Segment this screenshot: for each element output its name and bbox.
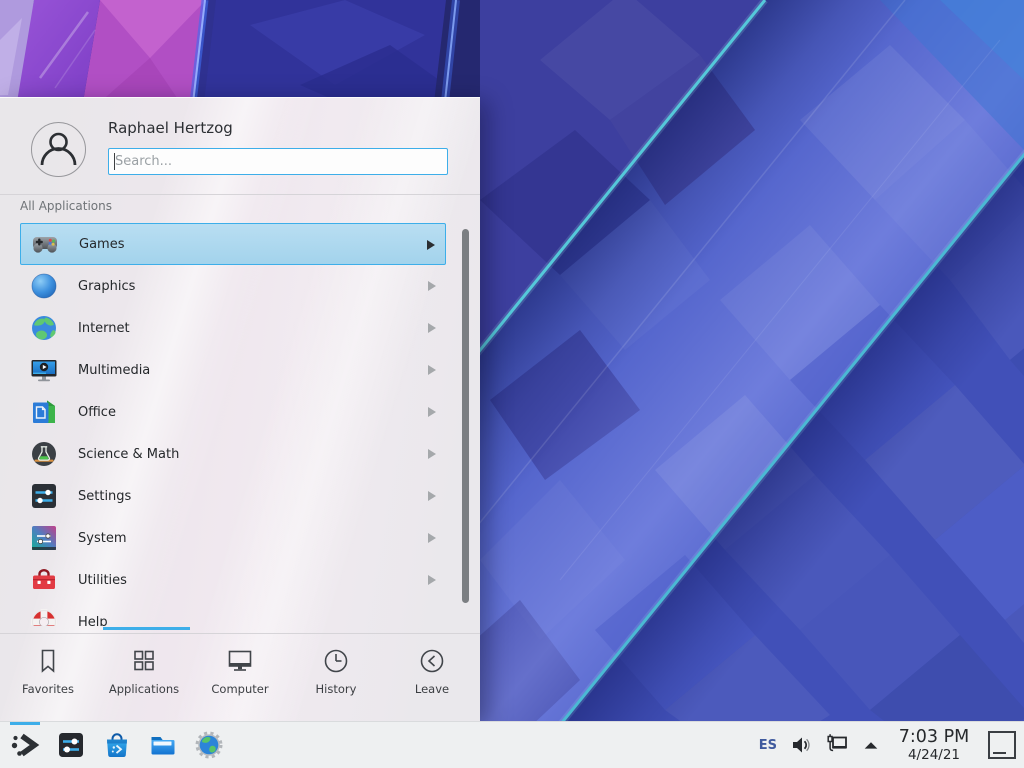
category-games[interactable]: Games <box>20 223 446 265</box>
file-manager-icon[interactable] <box>148 730 178 760</box>
sliders-icon <box>30 482 58 510</box>
tab-label: Favorites <box>22 682 74 696</box>
header-divider <box>0 194 480 195</box>
submenu-arrow-icon <box>428 365 436 375</box>
digital-clock[interactable]: 7:03 PM 4/24/21 <box>893 728 975 762</box>
section-label: All Applications <box>20 199 112 213</box>
category-label: Utilities <box>78 573 127 588</box>
globe-icon <box>30 314 58 342</box>
computer-icon <box>225 646 255 676</box>
leave-icon <box>417 646 447 676</box>
tab-label: Leave <box>415 682 449 696</box>
show-desktop-button[interactable] <box>988 731 1016 759</box>
media-screen-icon <box>30 356 58 384</box>
taskbar-launchers <box>10 730 224 760</box>
lifebuoy-icon <box>30 608 58 626</box>
tab-computer[interactable]: Computer <box>192 634 288 724</box>
gamepad-icon <box>31 230 59 258</box>
clock-time: 7:03 PM <box>893 728 975 746</box>
category-multimedia[interactable]: Multimedia <box>20 349 446 391</box>
submenu-arrow-icon <box>428 281 436 291</box>
tab-applications[interactable]: Applications <box>96 634 192 724</box>
category-label: Office <box>78 405 116 420</box>
category-label: Science & Math <box>78 447 179 462</box>
category-label: Internet <box>78 321 130 336</box>
submenu-arrow-icon <box>428 449 436 459</box>
bookmark-icon <box>33 646 63 676</box>
text-caret <box>114 153 115 170</box>
taskbar: ES 7:03 PM 4/24/21 <box>0 721 1024 768</box>
discover-icon[interactable] <box>102 730 132 760</box>
active-task-indicator <box>10 722 40 725</box>
submenu-arrow-icon <box>428 491 436 501</box>
paint-sphere-icon <box>30 272 58 300</box>
application-launcher-panel: Raphael Hertzog All Applications <box>0 97 480 723</box>
volume-icon[interactable] <box>790 734 812 756</box>
category-system[interactable]: System <box>20 517 446 559</box>
submenu-arrow-icon <box>428 323 436 333</box>
toolbox-icon <box>30 566 58 594</box>
user-name: Raphael Hertzog <box>108 119 233 137</box>
system-settings-icon[interactable] <box>56 730 86 760</box>
keyboard-layout-indicator[interactable]: ES <box>759 738 777 753</box>
submenu-arrow-icon <box>427 240 435 250</box>
tab-history[interactable]: History <box>288 634 384 724</box>
category-list: Games Graphics <box>20 223 446 626</box>
launcher-header: Raphael Hertzog <box>0 98 480 194</box>
tab-label: Computer <box>211 682 268 696</box>
search-input[interactable] <box>108 148 448 175</box>
category-label: System <box>78 531 126 546</box>
flask-icon <box>30 440 58 468</box>
user-avatar <box>31 122 86 177</box>
submenu-arrow-icon <box>428 407 436 417</box>
category-utilities[interactable]: Utilities <box>20 559 446 601</box>
category-label: Settings <box>78 489 131 504</box>
clock-date: 4/24/21 <box>893 748 975 762</box>
expand-tray-icon[interactable] <box>862 736 880 754</box>
category-help[interactable]: Help <box>20 601 446 626</box>
submenu-arrow-icon <box>428 575 436 585</box>
app-grid-icon <box>129 646 159 676</box>
web-browser-icon[interactable] <box>194 730 224 760</box>
system-sliders-icon <box>30 524 58 552</box>
tab-leave[interactable]: Leave <box>384 634 480 724</box>
desktop: Raphael Hertzog All Applications <box>0 0 1024 768</box>
launcher-tab-bar: Favorites Applications Compu <box>0 633 480 724</box>
category-science-math[interactable]: Science & Math <box>20 433 446 475</box>
list-scrollbar[interactable] <box>462 229 469 603</box>
category-label: Multimedia <box>78 363 150 378</box>
document-icon <box>30 398 58 426</box>
tab-favorites[interactable]: Favorites <box>0 634 96 724</box>
kickoff-launcher-icon[interactable] <box>10 730 40 760</box>
category-office[interactable]: Office <box>20 391 446 433</box>
tab-label: Applications <box>109 682 179 696</box>
history-clock-icon <box>321 646 351 676</box>
category-label: Graphics <box>78 279 135 294</box>
network-icon[interactable] <box>825 733 849 757</box>
scroll-progress-bar <box>103 627 190 630</box>
category-label: Games <box>79 237 124 252</box>
system-tray: ES 7:03 PM 4/24/21 <box>759 722 1016 768</box>
category-settings[interactable]: Settings <box>20 475 446 517</box>
submenu-arrow-icon <box>428 533 436 543</box>
category-internet[interactable]: Internet <box>20 307 446 349</box>
category-label: Help <box>78 615 108 627</box>
tab-label: History <box>316 682 357 696</box>
category-graphics[interactable]: Graphics <box>20 265 446 307</box>
